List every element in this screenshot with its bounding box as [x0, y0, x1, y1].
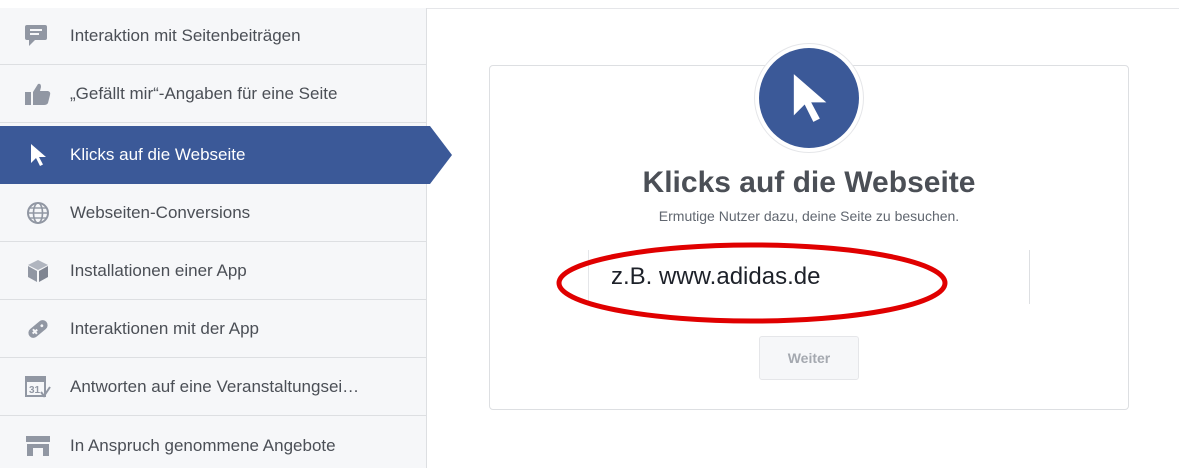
objective-subtitle: Ermutige Nutzer dazu, deine Seite zu bes…	[658, 208, 960, 224]
sidebar-item-label: Antworten auf eine Veranstaltungsei…	[70, 377, 360, 396]
gamepad-icon	[24, 315, 52, 343]
sidebar-item-page-post-engagement[interactable]: Interaktion mit Seitenbeiträgen	[0, 8, 426, 65]
sidebar-item-website-clicks[interactable]: Klicks auf die Webseite	[0, 126, 452, 184]
cube-icon	[24, 257, 52, 285]
sidebar-item-app-installs[interactable]: Installationen einer App	[0, 243, 426, 300]
weiter-button[interactable]: Weiter	[759, 336, 859, 380]
thumbs-up-icon	[24, 80, 52, 108]
cursor-icon	[24, 141, 52, 169]
sidebar-item-label: In Anspruch genommene Angebote	[70, 435, 336, 455]
sidebar-item-label: Interaktionen mit der App	[70, 319, 260, 338]
sidebar-item-label: Webseiten-Conversions	[70, 203, 251, 222]
website-url-input[interactable]	[588, 250, 1030, 304]
objective-title: Klicks auf die Webseite	[642, 166, 976, 199]
sidebar-item-app-engagement[interactable]: Interaktionen mit der App	[0, 301, 426, 358]
objective-sidebar: Interaktion mit Seitenbeiträgen „Gefällt…	[0, 8, 452, 468]
sidebar-item-website-conversions[interactable]: Webseiten-Conversions	[0, 185, 426, 242]
cursor-icon	[793, 74, 827, 122]
calendar-icon: 31	[24, 373, 52, 401]
active-pointer-arrow	[430, 126, 452, 184]
globe-icon	[24, 199, 52, 227]
sidebar-item-event-responses[interactable]: 31 Antworten auf eine Veranstaltungsei…	[0, 359, 426, 416]
store-icon	[24, 432, 52, 460]
sidebar-item-offer-claims[interactable]: In Anspruch genommene Angebote	[0, 417, 426, 474]
sidebar-item-label: „Gefällt mir“-Angaben für eine Seite	[70, 84, 338, 103]
sidebar-item-page-likes[interactable]: „Gefällt mir“-Angaben für eine Seite	[0, 66, 426, 123]
objective-icon-badge	[755, 44, 863, 152]
sidebar-item-label: Interaktion mit Seitenbeiträgen	[70, 26, 301, 45]
comment-icon	[24, 22, 52, 50]
svg-text:31: 31	[29, 385, 41, 396]
sidebar-item-label: Installationen einer App	[70, 261, 247, 280]
sidebar-item-label: Klicks auf die Webseite	[70, 145, 246, 164]
top-divider	[426, 8, 1179, 9]
